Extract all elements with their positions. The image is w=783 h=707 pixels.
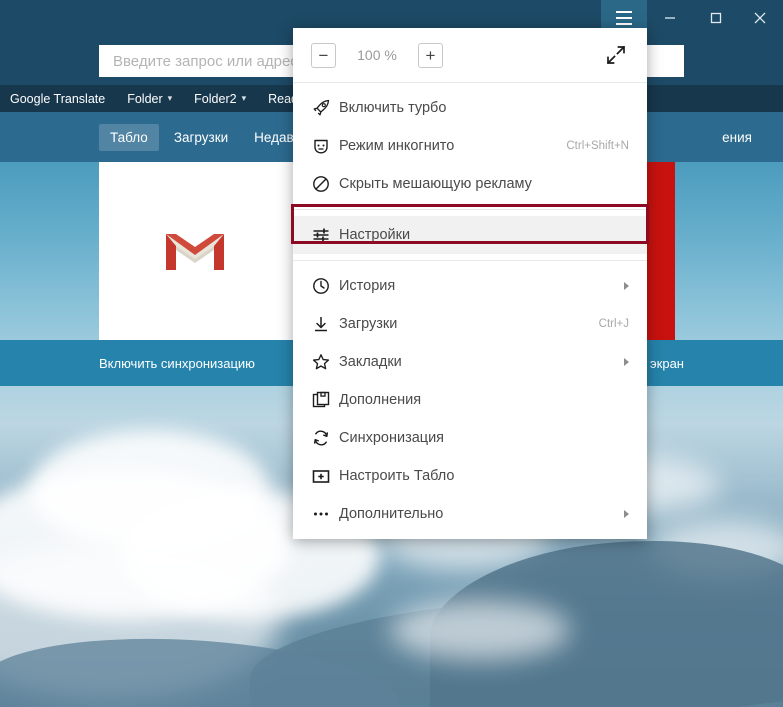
chevron-down-icon: ▾ bbox=[167, 93, 173, 103]
add-tile-icon bbox=[311, 466, 339, 486]
addons-icon bbox=[311, 390, 339, 410]
bookmark-google-translate[interactable]: Google Translate bbox=[10, 92, 105, 106]
menu-item-bookmarks[interactable]: Закладки bbox=[293, 343, 647, 381]
block-ads-icon bbox=[311, 174, 339, 194]
bookmark-folder[interactable]: Folder ▾ bbox=[127, 92, 172, 106]
menu-item-label: Настроить Табло bbox=[339, 468, 455, 484]
minimize-icon bbox=[663, 11, 677, 25]
menu-item-label: Настройки bbox=[339, 227, 411, 243]
address-placeholder: Введите запрос или адрес bbox=[113, 52, 298, 70]
menu-item-label: История bbox=[339, 278, 396, 294]
main-menu-dropdown: − 100 % + Включить турбо Режим инкогнито… bbox=[291, 28, 649, 539]
star-icon bbox=[311, 352, 339, 372]
zoom-controls-row: − 100 % + bbox=[293, 28, 647, 83]
menu-item-shortcut: Ctrl+Shift+N bbox=[566, 140, 629, 152]
hamburger-icon bbox=[616, 9, 632, 27]
menu-item-label: Синхронизация bbox=[339, 430, 445, 446]
tab-tablo[interactable]: Табло bbox=[99, 123, 159, 151]
menu-item-history[interactable]: История bbox=[293, 267, 647, 305]
ellipsis-icon bbox=[311, 504, 339, 524]
menu-group-privacy: Включить турбо Режим инкогнито Ctrl+Shif… bbox=[293, 83, 647, 209]
menu-item-label: Закладки bbox=[339, 354, 402, 370]
menu-item-label: Дополнительно bbox=[339, 506, 444, 522]
download-icon bbox=[311, 314, 339, 334]
menu-item-block-ads[interactable]: Скрыть мешающую рекламу bbox=[293, 165, 647, 203]
menu-item-downloads[interactable]: Загрузки Ctrl+J bbox=[293, 305, 647, 343]
submenu-arrow-icon bbox=[624, 282, 629, 290]
menu-item-more[interactable]: Дополнительно bbox=[293, 495, 647, 533]
maximize-icon bbox=[709, 11, 723, 25]
bookmark-label: Google Translate bbox=[10, 91, 106, 106]
menu-group-settings: Настройки bbox=[291, 204, 649, 260]
menu-group-tools: История Загрузки Ctrl+J Закладки Дополне… bbox=[293, 260, 647, 539]
tab-extensions[interactable]: ения bbox=[711, 124, 763, 151]
menu-item-label: Режим инкогнито bbox=[339, 138, 455, 154]
minimize-button[interactable] bbox=[647, 0, 693, 36]
menu-item-label: Включить турбо bbox=[339, 100, 447, 116]
sliders-icon bbox=[311, 225, 339, 245]
chevron-down-icon: ▾ bbox=[241, 93, 247, 103]
menu-item-sync[interactable]: Синхронизация bbox=[293, 419, 647, 457]
menu-item-label: Дополнения bbox=[339, 392, 422, 408]
enable-sync-link[interactable]: Включить синхронизацию bbox=[99, 356, 255, 371]
submenu-arrow-icon bbox=[624, 358, 629, 366]
clock-icon bbox=[311, 276, 339, 296]
menu-item-label: Загрузки bbox=[339, 316, 398, 332]
tab-downloads[interactable]: Загрузки bbox=[163, 124, 239, 151]
menu-item-shortcut: Ctrl+J bbox=[598, 318, 629, 330]
bookmark-folder2[interactable]: Folder2 ▾ bbox=[194, 92, 246, 106]
browser-window: Введите запрос или адрес Google Translat… bbox=[0, 0, 783, 707]
zoom-level-label: 100 % bbox=[357, 47, 397, 63]
menu-item-label: Скрыть мешающую рекламу bbox=[339, 176, 532, 192]
zoom-in-button[interactable]: + bbox=[418, 42, 443, 68]
sync-icon bbox=[311, 428, 339, 448]
menu-item-turbo[interactable]: Включить турбо bbox=[293, 89, 647, 127]
menu-item-addons[interactable]: Дополнения bbox=[293, 381, 647, 419]
gmail-icon bbox=[164, 228, 226, 274]
fullscreen-icon bbox=[606, 45, 626, 65]
close-icon bbox=[752, 10, 768, 26]
submenu-arrow-icon bbox=[624, 510, 629, 518]
fullscreen-button[interactable] bbox=[603, 42, 629, 68]
maximize-button[interactable] bbox=[693, 0, 739, 36]
bookmark-label: Folder bbox=[127, 91, 163, 106]
rocket-icon bbox=[311, 98, 339, 118]
menu-item-customize-tablo[interactable]: Настроить Табло bbox=[293, 457, 647, 495]
menu-item-settings[interactable]: Настройки bbox=[293, 216, 647, 254]
close-button[interactable] bbox=[737, 0, 783, 36]
menu-item-incognito[interactable]: Режим инкогнито Ctrl+Shift+N bbox=[293, 127, 647, 165]
zoom-out-button[interactable]: − bbox=[311, 42, 336, 68]
tile-gmail[interactable] bbox=[99, 162, 291, 340]
incognito-mask-icon bbox=[311, 136, 339, 156]
bookmark-label: Folder2 bbox=[194, 91, 237, 106]
